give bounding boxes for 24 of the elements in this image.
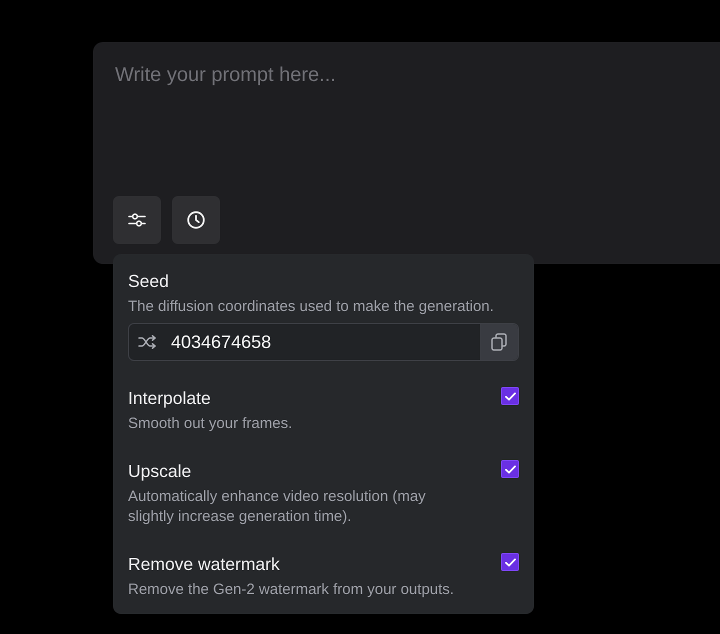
clock-icon [187, 211, 205, 229]
seed-field[interactable]: 4034674658 [128, 323, 519, 361]
settings-button[interactable] [113, 196, 161, 244]
check-icon [504, 558, 516, 566]
checkbox[interactable] [501, 553, 519, 571]
seed-value: 4034674658 [171, 332, 272, 352]
history-button[interactable] [172, 196, 220, 244]
checkbox[interactable] [501, 460, 519, 478]
checkbox[interactable] [501, 387, 519, 405]
option-description: Remove the Gen-2 watermark from your outputs. [128, 580, 455, 600]
seed-label: Seed [128, 270, 170, 292]
option-description: Automatically enhance video resolution (may slightly increase generation time). [128, 487, 427, 527]
option-label: Remove watermark [128, 553, 281, 575]
check-icon [504, 392, 516, 400]
sliders-icon [128, 212, 146, 228]
copy-button[interactable] [480, 324, 518, 360]
option-label: Interpolate [128, 387, 212, 409]
seed-description: The diffusion coordinates used to make the generation. [128, 297, 495, 317]
shuffle-icon[interactable] [138, 335, 156, 349]
option-label: Upscale [128, 460, 192, 482]
copy-icon [491, 333, 507, 351]
check-icon [504, 464, 516, 474]
prompt-input[interactable]: Write your prompt here... [113, 62, 517, 88]
option-description: Smooth out your frames. [128, 414, 294, 434]
